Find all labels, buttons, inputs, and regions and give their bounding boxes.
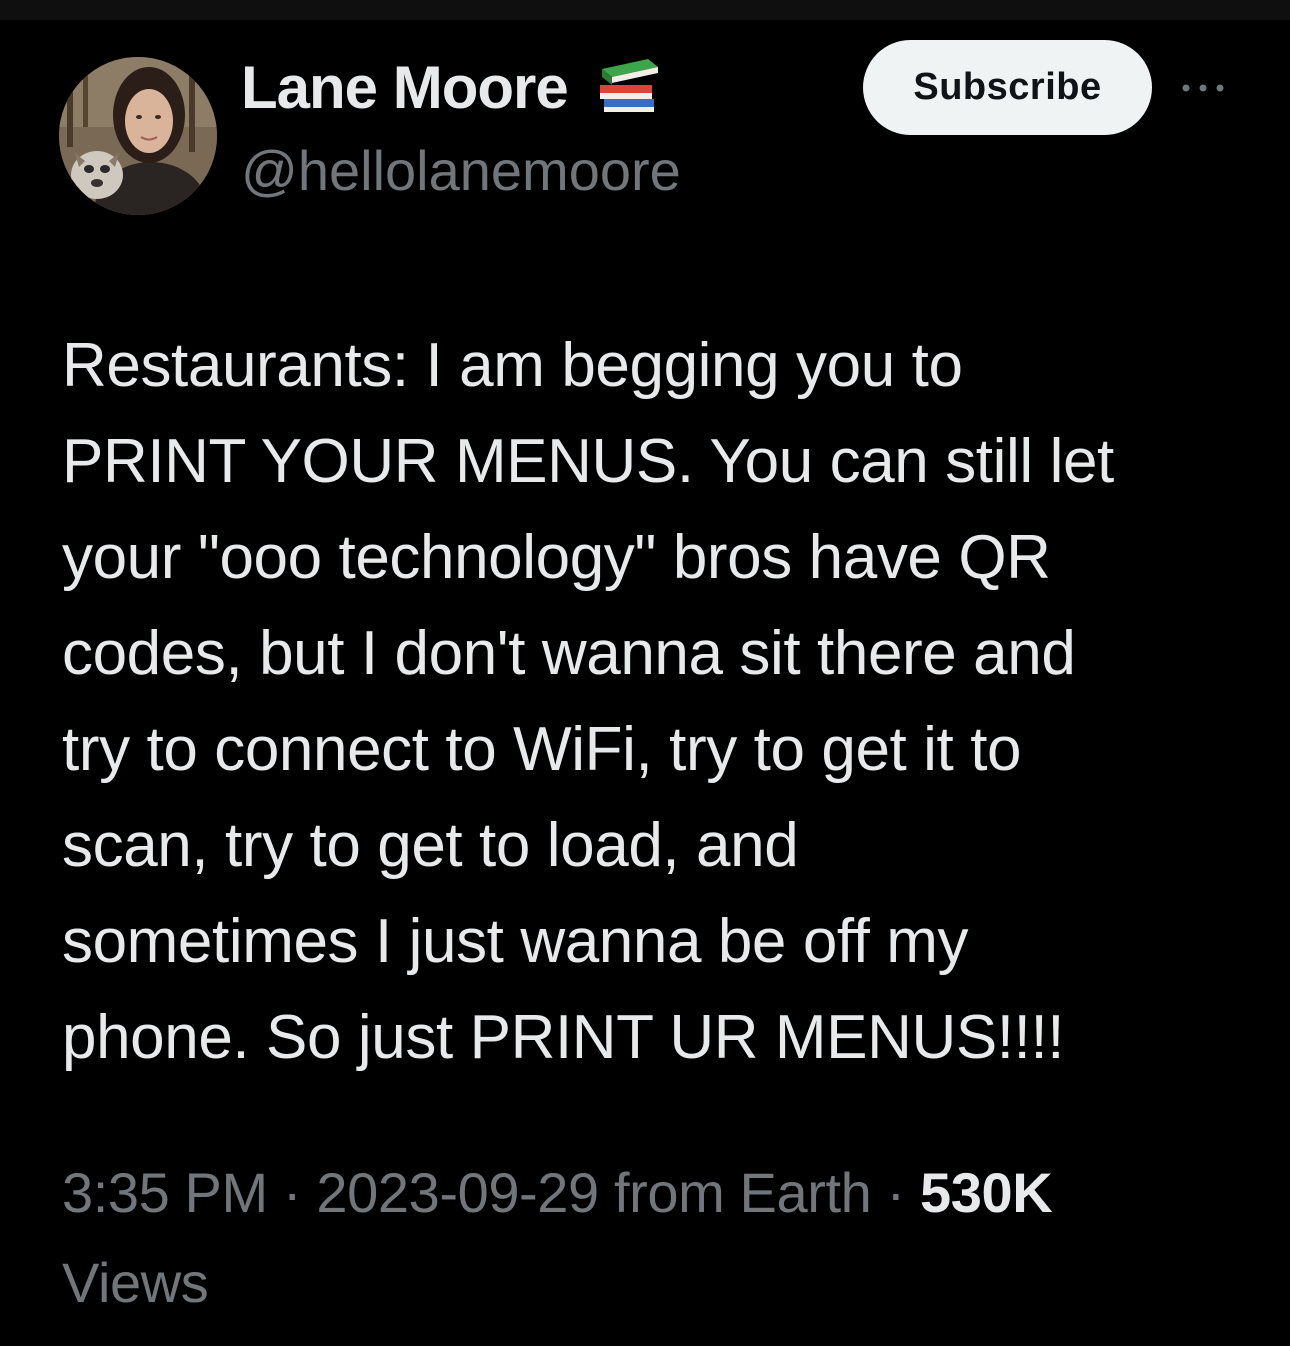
more-horizontal-icon[interactable]: [1178, 78, 1228, 98]
tweet-date[interactable]: 2023-09-29: [316, 1161, 599, 1224]
tweet-text-line: Restaurants: I am begging you to: [62, 331, 963, 400]
views-label: Views: [62, 1251, 209, 1314]
avatar-photo: [59, 57, 217, 215]
tweet-text-line: your "ooo technology" bros have QR: [62, 523, 1051, 592]
top-strip: [0, 0, 1290, 20]
meta-separator: ·: [871, 1161, 920, 1224]
avatar[interactable]: [59, 57, 217, 215]
meta-separator: ·: [267, 1161, 317, 1224]
subscribe-button[interactable]: Subscribe: [863, 40, 1152, 135]
tweet-text-line: PRINT YOUR MENUS. You can still let: [62, 427, 1114, 496]
tweet-text-line: try to connect to WiFi, try to get it to: [62, 715, 1022, 784]
tweet-text-line: scan, try to get to load, and: [62, 811, 799, 880]
tweet-text-line: phone. So just PRINT UR MENUS!!!!: [62, 1003, 1065, 1072]
tweet-time[interactable]: 3:35 PM: [62, 1161, 268, 1224]
views-count[interactable]: 530K: [920, 1161, 1053, 1224]
books-emoji-icon: [600, 59, 658, 112]
author-handle[interactable]: @hellolanemoore: [241, 137, 681, 205]
tweet-text: Restaurants: I am begging you to PRINT Y…: [62, 318, 1252, 1086]
tweet-text-line: sometimes I just wanna be off my: [62, 907, 969, 976]
display-name[interactable]: Lane Moore: [241, 52, 569, 124]
tweet-meta-row: 3:35 PM · 2023-09-29 from Earth · 530K: [62, 1148, 1252, 1238]
tweet-meta: 3:35 PM · 2023-09-29 from Earth · 530K V…: [62, 1148, 1252, 1328]
tweet-source: from Earth: [598, 1161, 872, 1224]
tweet-text-line: codes, but I don't wanna sit there and: [62, 619, 1076, 688]
